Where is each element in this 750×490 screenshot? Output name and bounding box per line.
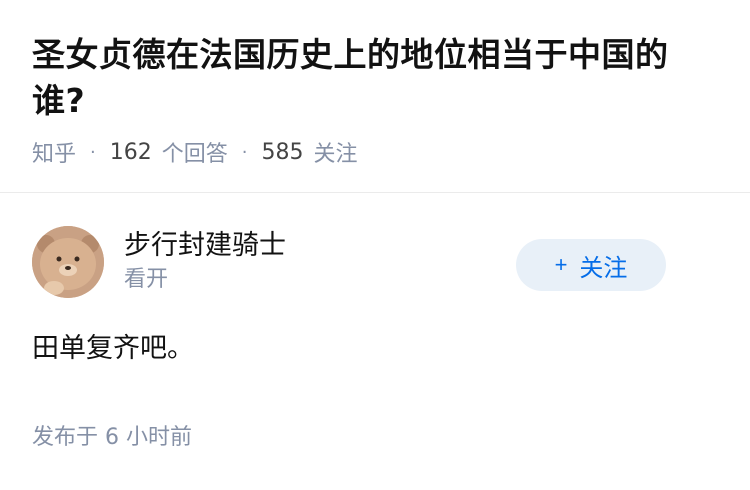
time-prefix: 发布于 bbox=[32, 425, 99, 450]
avatar[interactable] bbox=[32, 226, 104, 298]
source-label[interactable]: 知乎 bbox=[32, 136, 76, 168]
answer-timestamp: 发布于 6 小时前 bbox=[32, 419, 718, 451]
answer-content[interactable]: 田单复齐吧。 bbox=[32, 331, 718, 367]
question-title[interactable]: 圣女贞德在法国历史上的地位相当于中国的谁? bbox=[32, 32, 718, 124]
question-header: 圣女贞德在法国历史上的地位相当于中国的谁? 知乎 · 162 个回答 · 585… bbox=[0, 0, 750, 168]
follow-button-label: 关注 bbox=[579, 254, 628, 282]
follow-button[interactable]: + 关注 bbox=[516, 239, 666, 291]
plus-icon: + bbox=[554, 252, 568, 277]
author-info: 步行封建骑士 看开 bbox=[124, 229, 286, 295]
divider bbox=[0, 192, 750, 193]
meta-separator: · bbox=[90, 141, 96, 163]
followers-label[interactable]: 关注 bbox=[314, 136, 358, 168]
author-name[interactable]: 步行封建骑士 bbox=[124, 229, 286, 263]
answers-count: 162 bbox=[109, 139, 152, 165]
author-row: 步行封建骑士 看开 + 关注 bbox=[32, 225, 718, 299]
followers-count: 585 bbox=[261, 139, 304, 165]
bear-avatar-icon bbox=[32, 226, 104, 298]
question-meta: 知乎 · 162 个回答 · 585 关注 bbox=[32, 136, 718, 168]
time-value: 6 小时前 bbox=[105, 425, 193, 450]
answer-card: 步行封建骑士 看开 + 关注 田单复齐吧。 发布于 6 小时前 bbox=[0, 225, 750, 451]
meta-separator: · bbox=[241, 141, 248, 163]
author-bio: 看开 bbox=[124, 267, 169, 292]
answers-label[interactable]: 个回答 bbox=[162, 136, 228, 168]
